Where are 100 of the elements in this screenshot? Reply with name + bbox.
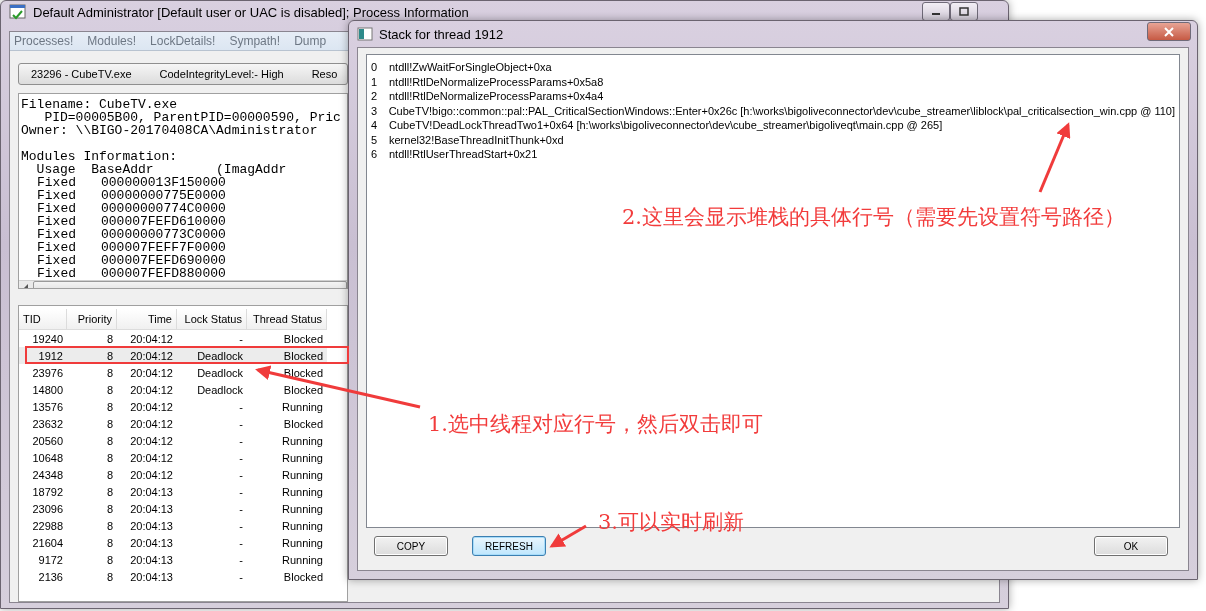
table-cell[interactable]: 21604 — [19, 534, 67, 551]
table-cell[interactable]: Running — [247, 534, 327, 551]
address-cell: 00000000773C0000 — [101, 228, 226, 241]
table-cell[interactable]: 18792 — [19, 483, 67, 500]
menu-item[interactable]: Sympath! — [229, 34, 281, 48]
table-cell[interactable]: 20:04:12 — [117, 466, 177, 483]
table-cell[interactable]: 8 — [67, 330, 117, 347]
table-cell[interactable]: - — [177, 466, 247, 483]
table-cell[interactable]: 8 — [67, 534, 117, 551]
annotation-text: 1.选中线程对应行号，然后双击即可 — [428, 411, 764, 438]
frame-index: 6 — [371, 148, 379, 161]
table-cell[interactable]: 8 — [67, 551, 117, 568]
table-cell[interactable]: 23632 — [19, 415, 67, 432]
table-cell[interactable]: Blocked — [247, 330, 327, 347]
ok-button[interactable]: OK — [1094, 536, 1168, 556]
usage-cell-text: Fixed — [37, 215, 77, 228]
table-cell[interactable]: 8 — [67, 500, 117, 517]
table-cell[interactable]: Running — [247, 551, 327, 568]
stack-frame[interactable]: ntdll!RtlDeNormalizeProcessParams+0x4a4 — [389, 90, 604, 103]
table-cell[interactable]: 19240 — [19, 330, 67, 347]
table-cell[interactable]: Running — [247, 517, 327, 534]
table-cell[interactable]: - — [177, 449, 247, 466]
refresh-button[interactable]: REFRESH — [472, 536, 546, 556]
table-cell[interactable]: - — [177, 483, 247, 500]
window-icon — [357, 27, 373, 41]
table-cell[interactable]: 23096 — [19, 500, 67, 517]
table-cell[interactable]: - — [177, 568, 247, 585]
column-header[interactable]: Priority — [67, 309, 117, 330]
table-cell[interactable]: Running — [247, 483, 327, 500]
table-cell[interactable]: Running — [247, 449, 327, 466]
table-cell[interactable]: 2136 — [19, 568, 67, 585]
table-cell[interactable]: 20:04:13 — [117, 551, 177, 568]
column-header[interactable]: TID — [19, 309, 67, 330]
table-cell[interactable]: - — [177, 415, 247, 432]
table-cell[interactable]: 24348 — [19, 466, 67, 483]
table-cell[interactable]: 8 — [67, 432, 117, 449]
table-cell[interactable]: Running — [247, 398, 327, 415]
table-cell[interactable]: 20:04:12 — [117, 398, 177, 415]
table-cell[interactable]: - — [177, 398, 247, 415]
table-cell[interactable]: Blocked — [247, 415, 327, 432]
stack-frame[interactable]: CubeTV!DeadLockThreadTwo1+0x64 [h:\works\bigoliveconnector\dev\cube_streamer\bigoliveqt\main.cpp @ 265] — [389, 119, 943, 132]
stack-frame[interactable]: kernel32!BaseThreadInitThunk+0xd — [389, 133, 564, 146]
address-cell: 000007FEFD610000 — [101, 215, 226, 228]
menu-item[interactable]: Modules! — [87, 34, 137, 48]
table-cell[interactable]: 20:04:12 — [117, 330, 177, 347]
table-cell[interactable]: - — [177, 534, 247, 551]
table-cell[interactable]: Blocked — [247, 364, 327, 381]
address-cell: 000000013F150000 — [101, 176, 226, 189]
menu-item[interactable]: LockDetails! — [150, 34, 216, 48]
table-cell[interactable]: Blocked — [247, 568, 327, 585]
table-cell[interactable]: 10648 — [19, 449, 67, 466]
table-cell[interactable]: 23976 — [19, 364, 67, 381]
table-cell[interactable]: 20:04:13 — [117, 568, 177, 585]
table-cell[interactable]: 20:04:13 — [117, 500, 177, 517]
copy-button[interactable]: COPY — [374, 536, 448, 556]
table-cell[interactable]: 8 — [67, 483, 117, 500]
process-header[interactable]: 23296 - CubeTV.exe CodeIntegrityLevel:- High Reso — [18, 63, 348, 85]
close-button[interactable] — [1147, 22, 1191, 41]
table-cell[interactable]: Running — [247, 500, 327, 517]
usage-cell-text: Fixed — [37, 202, 77, 215]
table-cell[interactable]: 8 — [67, 398, 117, 415]
table-cell[interactable]: 20:04:12 — [117, 415, 177, 432]
table-cell[interactable]: 20:04:13 — [117, 483, 177, 500]
table-cell[interactable]: 20:04:12 — [117, 381, 177, 398]
table-cell[interactable]: - — [177, 551, 247, 568]
table-cell[interactable]: 9172 — [19, 551, 67, 568]
stack-frame[interactable]: ntdll!RtlUserThreadStart+0x21 — [389, 148, 538, 161]
menu-item[interactable]: Dump — [294, 34, 327, 48]
table-cell[interactable]: 14800 — [19, 381, 67, 398]
table-cell[interactable]: 8 — [67, 364, 117, 381]
table-cell[interactable]: 20:04:12 — [117, 432, 177, 449]
column-header[interactable]: Thread Status — [247, 309, 327, 330]
stack-frame[interactable]: CubeTV!bigo::common::pal::PAL_CriticalSectionWindows::Enter+0x26c [h:\works\bigoliveconnector\dev\cube_streamer\liblock\pal_criticalsection_win.cpp @ 110] — [388, 104, 1175, 117]
table-cell[interactable]: 20:04:13 — [117, 534, 177, 551]
table-cell[interactable]: Running — [247, 432, 327, 449]
table-cell[interactable]: Running — [247, 466, 327, 483]
stack-frame[interactable]: ntdll!RtlDeNormalizeProcessParams+0x5a8 — [389, 75, 604, 88]
table-cell[interactable]: - — [177, 517, 247, 534]
table-cell[interactable]: 20:04:13 — [117, 517, 177, 534]
table-cell[interactable]: 22988 — [19, 517, 67, 534]
table-cell[interactable]: 8 — [67, 381, 117, 398]
column-header[interactable]: Lock Status — [177, 309, 247, 330]
table-cell[interactable]: 20:04:12 — [117, 449, 177, 466]
table-cell[interactable]: - — [177, 432, 247, 449]
column-header[interactable]: Time — [117, 309, 177, 330]
table-cell[interactable]: 13576 — [19, 398, 67, 415]
stack-frame[interactable]: ntdll!ZwWaitForSingleObject+0xa — [389, 61, 552, 74]
table-cell[interactable]: Deadlock — [177, 381, 247, 398]
table-cell[interactable]: Deadlock — [177, 364, 247, 381]
table-cell[interactable]: 8 — [67, 517, 117, 534]
table-cell[interactable]: 8 — [67, 415, 117, 432]
table-cell[interactable]: - — [177, 330, 247, 347]
table-cell[interactable]: Blocked — [247, 381, 327, 398]
table-cell[interactable]: 20560 — [19, 432, 67, 449]
table-cell[interactable]: - — [177, 500, 247, 517]
table-cell[interactable]: 8 — [67, 568, 117, 585]
menu-item[interactable]: Processes! — [14, 34, 74, 48]
table-cell[interactable]: 8 — [67, 466, 117, 483]
table-cell[interactable]: 20:04:12 — [117, 364, 177, 381]
table-cell[interactable]: 8 — [67, 449, 117, 466]
